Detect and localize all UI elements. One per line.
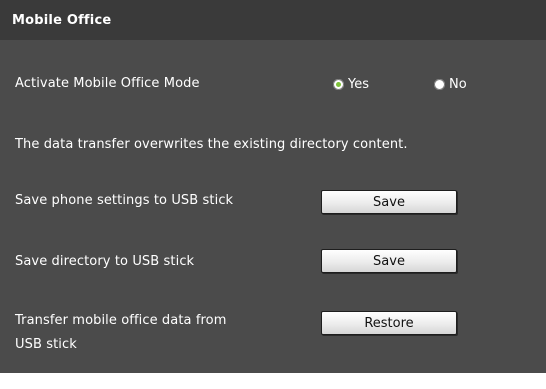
restore-label-line2: USB stick [15, 337, 77, 352]
radio-no-label: No [449, 77, 467, 92]
radio-yes[interactable]: Yes [333, 77, 369, 92]
radio-no[interactable]: No [434, 77, 467, 92]
page-bottom [0, 373, 546, 389]
save-settings-label: Save phone settings to USB stick [15, 193, 234, 208]
radio-yes-label: Yes [348, 77, 369, 92]
radio-no-indicator[interactable] [434, 79, 445, 90]
section-header: Mobile Office [0, 0, 546, 40]
activate-mode-label: Activate Mobile Office Mode [15, 76, 200, 91]
save-directory-label: Save directory to USB stick [15, 254, 195, 269]
section-title: Mobile Office [12, 13, 112, 28]
restore-label-line1: Transfer mobile office data from [15, 313, 227, 328]
restore-button[interactable]: Restore [321, 311, 457, 335]
radio-yes-indicator[interactable] [333, 79, 344, 90]
save-settings-button[interactable]: Save [321, 190, 457, 214]
save-directory-button[interactable]: Save [321, 249, 457, 273]
mobile-office-panel: Mobile Office Activate Mobile Office Mod… [0, 0, 546, 389]
overwrite-notice: The data transfer overwrites the existin… [15, 137, 408, 152]
